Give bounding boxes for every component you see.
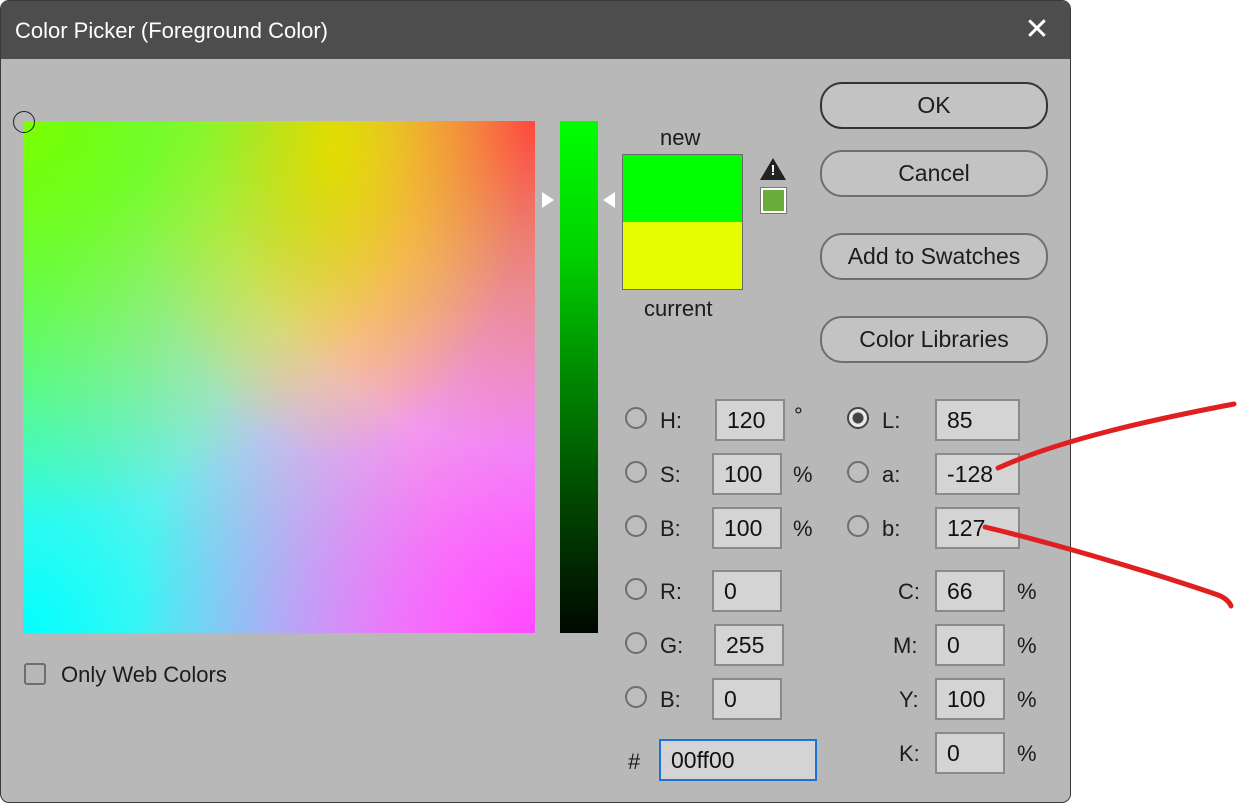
- annotation-stroke-b: [982, 524, 1234, 609]
- annotation-stroke-a: [995, 401, 1237, 471]
- annotation-overlay: [982, 401, 1237, 609]
